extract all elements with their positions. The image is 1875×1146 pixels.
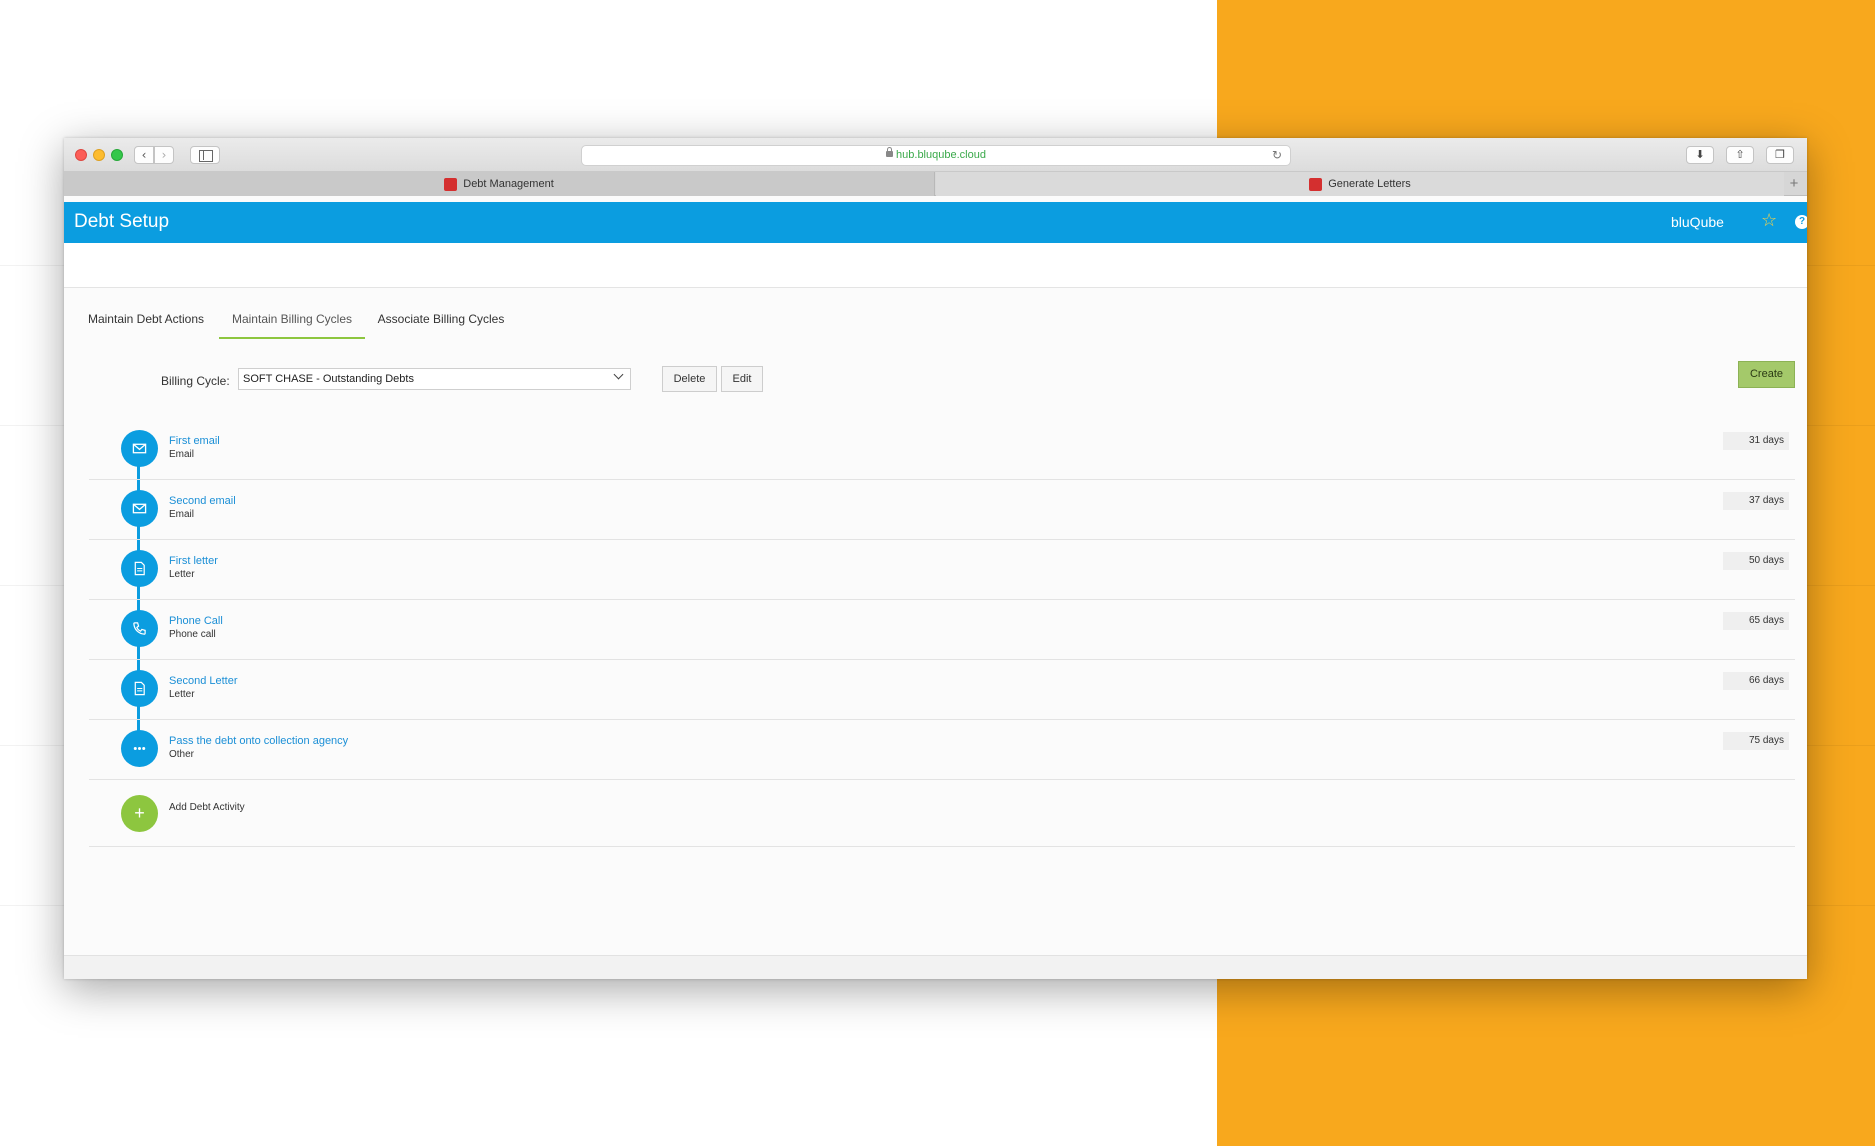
browser-tab-generate-letters[interactable]: Generate Letters bbox=[936, 172, 1784, 196]
forward-icon[interactable]: › bbox=[154, 146, 174, 164]
sidebar-toggle-icon[interactable] bbox=[190, 146, 220, 164]
url-text: hub.bluqube.cloud bbox=[896, 149, 986, 161]
activity-row[interactable]: Second email Email 37 days bbox=[89, 480, 1795, 540]
minimize-window-button[interactable] bbox=[93, 149, 105, 161]
more-icon bbox=[121, 730, 158, 767]
chevron-down-icon bbox=[613, 369, 624, 380]
browser-tab-debt-management[interactable]: Debt Management bbox=[64, 172, 935, 196]
favicon-icon bbox=[1309, 177, 1323, 191]
add-debt-activity-label[interactable]: Add Debt Activity bbox=[169, 802, 245, 813]
activity-row[interactable]: Phone Call Phone call 65 days bbox=[89, 600, 1795, 660]
activity-name-link[interactable]: Phone Call bbox=[169, 615, 223, 627]
activity-name-link[interactable]: Second email bbox=[169, 495, 236, 507]
edit-button[interactable]: Edit bbox=[721, 366, 763, 392]
page-tabs: Maintain Debt Actions Maintain Billing C… bbox=[64, 299, 1807, 339]
browser-window: ‹ › hub.bluqube.cloud ↻ ⬇ ⇧ ❐ Debt Manag… bbox=[64, 138, 1807, 979]
activity-days-badge: 50 days bbox=[1723, 552, 1789, 570]
activity-row[interactable]: Second Letter Letter 66 days bbox=[89, 660, 1795, 720]
tab-maintain-billing-cycles[interactable]: Maintain Billing Cycles bbox=[219, 299, 365, 339]
help-icon[interactable]: ? bbox=[1795, 215, 1807, 229]
activity-days-badge: 37 days bbox=[1723, 492, 1789, 510]
mail-icon bbox=[121, 430, 158, 467]
activity-days-badge: 75 days bbox=[1723, 732, 1789, 750]
activity-name-link[interactable]: First email bbox=[169, 435, 220, 447]
add-debt-activity-row[interactable]: + Add Debt Activity bbox=[89, 780, 1795, 847]
close-window-button[interactable] bbox=[75, 149, 87, 161]
lock-icon bbox=[886, 147, 894, 158]
new-tab-icon[interactable]: + bbox=[1785, 172, 1803, 196]
activity-row[interactable]: First email Email 31 days bbox=[89, 420, 1795, 480]
activity-type: Phone call bbox=[169, 629, 216, 640]
billing-cycle-select[interactable]: SOFT CHASE - Outstanding Debts bbox=[238, 368, 631, 390]
window-footer bbox=[64, 955, 1807, 979]
activity-name-link[interactable]: First letter bbox=[169, 555, 218, 567]
billing-cycle-value: SOFT CHASE - Outstanding Debts bbox=[243, 373, 414, 385]
address-bar[interactable]: hub.bluqube.cloud ↻ bbox=[581, 145, 1291, 166]
activity-type: Email bbox=[169, 509, 195, 520]
tab-associate-billing-cycles[interactable]: Associate Billing Cycles bbox=[371, 299, 511, 339]
activity-days-badge: 31 days bbox=[1723, 432, 1789, 450]
activity-row[interactable]: First letter Letter 50 days bbox=[89, 540, 1795, 600]
billing-cycle-label: Billing Cycle: bbox=[161, 374, 230, 388]
star-icon[interactable]: ☆ bbox=[1761, 210, 1777, 231]
activity-name-link[interactable]: Second Letter bbox=[169, 675, 238, 687]
toolbar-strip bbox=[64, 243, 1807, 288]
create-button[interactable]: Create bbox=[1738, 361, 1795, 388]
maximize-window-button[interactable] bbox=[111, 149, 123, 161]
favicon-icon bbox=[444, 177, 458, 191]
app-header: Debt Setup bluQube ☆ ? bbox=[64, 202, 1807, 243]
page-title: Debt Setup bbox=[74, 211, 170, 232]
share-icon[interactable]: ⇧ bbox=[1726, 146, 1754, 164]
document-icon bbox=[121, 670, 158, 707]
tabs-overview-icon[interactable]: ❐ bbox=[1766, 146, 1794, 164]
activity-type: Letter bbox=[169, 689, 195, 700]
tab-maintain-debt-actions[interactable]: Maintain Debt Actions bbox=[81, 299, 211, 339]
activity-days-badge: 65 days bbox=[1723, 612, 1789, 630]
activity-type: Email bbox=[169, 449, 195, 460]
plus-icon[interactable]: + bbox=[121, 795, 158, 832]
reload-icon[interactable]: ↻ bbox=[1272, 146, 1282, 165]
brand-name[interactable]: bluQube bbox=[1671, 214, 1724, 230]
activity-name-link[interactable]: Pass the debt onto collection agency bbox=[169, 735, 348, 747]
download-icon[interactable]: ⬇ bbox=[1686, 146, 1714, 164]
browser-tab-label: Debt Management bbox=[463, 178, 554, 190]
activity-days-badge: 66 days bbox=[1723, 672, 1789, 690]
document-icon bbox=[121, 550, 158, 587]
delete-button[interactable]: Delete bbox=[662, 366, 717, 392]
activity-row[interactable]: Pass the debt onto collection agency Oth… bbox=[89, 720, 1795, 780]
browser-titlebar: ‹ › hub.bluqube.cloud ↻ ⬇ ⇧ ❐ bbox=[64, 138, 1807, 172]
browser-tab-bar: Debt Management Generate Letters + bbox=[64, 172, 1807, 196]
activity-type: Letter bbox=[169, 569, 195, 580]
phone-icon bbox=[121, 610, 158, 647]
activity-type: Other bbox=[169, 749, 195, 760]
mail-icon bbox=[121, 490, 158, 527]
back-icon[interactable]: ‹ bbox=[134, 146, 154, 164]
browser-tab-label: Generate Letters bbox=[1328, 178, 1411, 190]
